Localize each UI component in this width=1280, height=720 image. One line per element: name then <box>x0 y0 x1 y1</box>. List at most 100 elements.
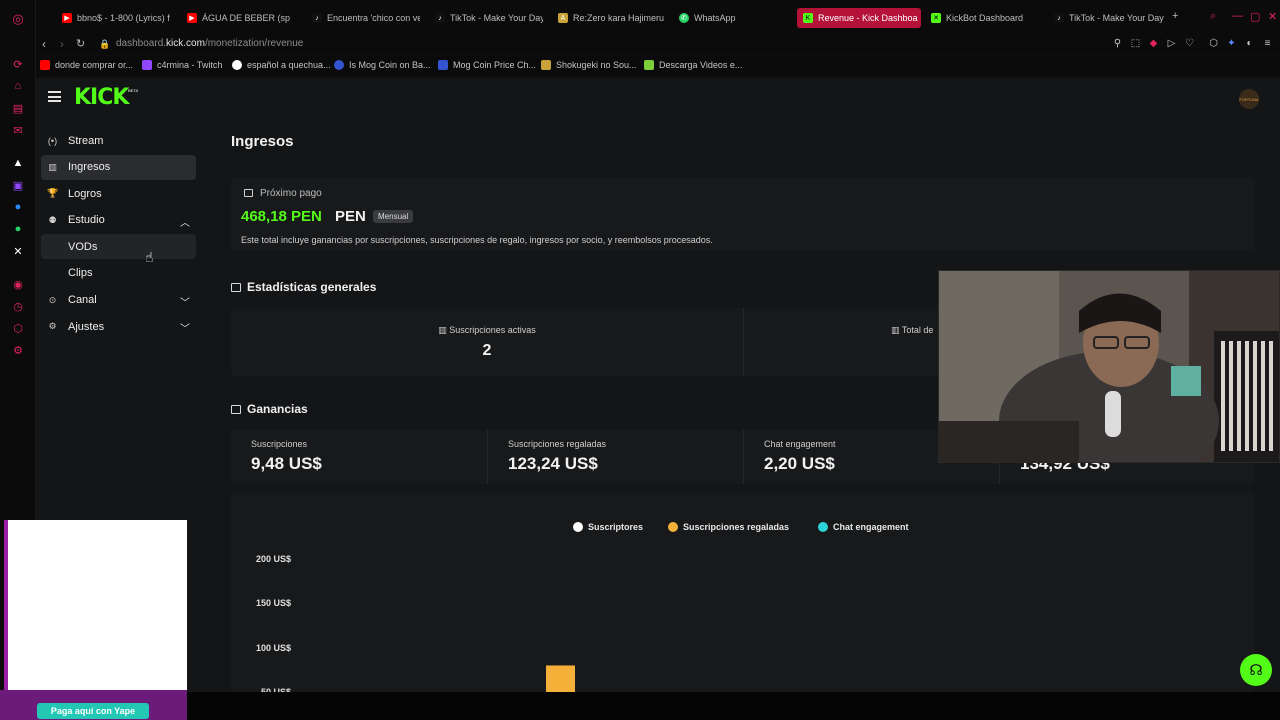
channel-icon: ⊙ <box>48 294 57 305</box>
trophy-icon: 🏆 <box>47 188 59 199</box>
sidebar-item-canal[interactable]: ⊙ Canal ﹀ <box>41 288 196 313</box>
stat-active-subs: ▥ Suscripciones activas 2 <box>438 325 536 359</box>
avatar[interactable]: FORTUNA <box>1239 89 1259 109</box>
broadcast-icon: (•) <box>47 135 58 146</box>
stats-icon <box>231 282 241 292</box>
vpn-shield-icon[interactable]: ◆ <box>1148 38 1159 49</box>
sidebar-item-logros[interactable]: 🏆 Logros <box>41 181 196 206</box>
earnings-chart: Suscriptores Suscripciones regaladas Cha… <box>231 492 1255 697</box>
sidebar-item-stream[interactable]: (•) Stream <box>41 128 196 153</box>
menu-icon[interactable]: ≡ <box>1262 38 1273 49</box>
url-field[interactable]: dashboard.kick.com/monetization/revenue <box>116 38 303 49</box>
puzzle-icon[interactable]: ⬡ <box>1208 38 1219 49</box>
sidebar-item-clips[interactable]: Clips <box>41 261 196 286</box>
youtube-icon: ▶ <box>187 13 197 23</box>
extension-icon[interactable]: ✦ <box>1226 38 1237 49</box>
play-icon[interactable]: ▷ <box>1166 38 1177 49</box>
coin-icon <box>438 60 448 70</box>
whatsapp-icon: ✆ <box>679 13 689 23</box>
tab-2[interactable]: ▶ ÁGUA DE BEBER (sp <box>187 8 295 28</box>
settings-icon[interactable]: ⚙ <box>10 342 26 358</box>
payout-note: Este total incluye ganancias por suscrip… <box>241 235 713 245</box>
history-icon[interactable]: ◷ <box>10 298 26 314</box>
snapshot-icon[interactable]: ⬚ <box>1130 38 1141 49</box>
new-tab-icon[interactable]: + <box>1172 10 1178 22</box>
player-icon[interactable]: ◉ <box>10 276 26 292</box>
mouse-cursor-icon: ☝ <box>145 249 154 265</box>
mail-icon[interactable]: ✉ <box>10 122 26 138</box>
reload-icon[interactable]: ↻ <box>76 37 85 50</box>
bookmark-1[interactable]: donde comprar or... <box>40 60 133 70</box>
heart-icon[interactable]: ♡ <box>1184 38 1195 49</box>
tab-3[interactable]: ♪ Encuentra 'chico con ve <box>312 8 420 28</box>
anime-icon <box>541 60 551 70</box>
bookmark-6[interactable]: Shokugeki no Sou... <box>541 60 637 70</box>
chevron-down-icon[interactable]: ﹀ <box>180 320 190 335</box>
sidebar-item-ajustes[interactable]: ⚙ Ajustes ﹀ <box>41 314 196 339</box>
stats-section-title: Estadísticas generales <box>231 280 376 294</box>
tiktok-icon: ♪ <box>1054 13 1064 23</box>
tab-9[interactable]: ♪ TikTok - Make Your Day <box>1054 8 1164 28</box>
back-icon[interactable]: ‹ <box>42 37 46 51</box>
webcam-overlay <box>938 270 1280 463</box>
close-icon[interactable]: ✕ <box>1268 10 1277 23</box>
wallet-icon <box>244 189 253 197</box>
sidebar-item-estudio[interactable]: ⚉ Estudio ︿ <box>41 208 196 233</box>
chevron-down-icon[interactable]: ﹀ <box>180 294 190 309</box>
sidebar-item-vods[interactable]: VODs <box>41 234 196 260</box>
chart-icon: ▥ <box>438 325 450 335</box>
twitch-icon <box>142 60 152 70</box>
tab-1[interactable]: ▶ bbno$ - 1-800 (Lyrics) ft <box>62 8 170 28</box>
yape-button[interactable]: Paga aquí con Yape <box>37 703 149 719</box>
kick-logo[interactable]: KICK <box>74 85 129 110</box>
tab-5[interactable]: A Re:Zero kara Hajimeru I <box>558 8 666 28</box>
tab-8[interactable]: ✕ KickBot Dashboard <box>931 8 1041 28</box>
page-title: Ingresos <box>231 133 294 150</box>
chart-icon: ▥ <box>48 161 57 172</box>
payout-card: Próximo pago 468,18 PEN PEN Mensual Este… <box>231 178 1255 250</box>
minimize-icon[interactable]: — <box>1232 10 1243 22</box>
tab-6[interactable]: ✆ WhatsApp <box>679 8 787 28</box>
sidebar-item-ingresos[interactable]: ▥ Ingresos <box>41 154 196 180</box>
earnings-section-title: Ganancias <box>231 402 308 416</box>
pin-icon[interactable]: ⚲ <box>1112 38 1123 49</box>
tab-revenue-kick[interactable]: K Revenue - Kick Dashboa <box>797 8 921 28</box>
speed-dial-icon[interactable]: ⟳ <box>10 56 26 72</box>
chart-bars <box>546 665 575 692</box>
support-chat-icon[interactable]: ☊ <box>1240 654 1272 686</box>
google-icon <box>232 60 242 70</box>
chart-bar[interactable] <box>546 665 575 692</box>
screen: ◎ ⟳ ⌂ ▤ ✉ ▲ ▣ ● ● ✕ ◉ ◷ ⬡ ⚙ GX ⋯ ▶bbno$ … <box>0 0 1280 720</box>
tab-strip: ▶ bbno$ - 1-800 (Lyrics) ft ▶ ÁGUA DE BEBE… <box>36 0 1280 34</box>
bookmark-2[interactable]: c4rmina - Twitch <box>142 60 222 70</box>
arc-icon[interactable]: ▲ <box>10 155 26 171</box>
payout-amount: 468,18 PEN <box>241 208 322 225</box>
twitch-icon[interactable]: ▣ <box>10 177 26 193</box>
news-icon[interactable]: ▤ <box>10 100 26 116</box>
whatsapp-icon[interactable]: ● <box>10 221 26 237</box>
earning-gifted: Suscripciones regaladas 123,24 US$ <box>508 439 607 473</box>
forward-icon[interactable]: › <box>60 37 64 51</box>
youtube-icon <box>40 60 50 70</box>
x-icon[interactable]: ✕ <box>10 243 26 259</box>
search-tabs-icon[interactable]: ⌕ <box>1210 10 1216 23</box>
payout-label: Próximo pago <box>260 188 322 199</box>
maximize-icon[interactable]: ▢ <box>1250 10 1260 23</box>
anime-icon: A <box>558 13 568 23</box>
bag-icon[interactable]: ⌂ <box>10 78 26 94</box>
dashboard-sidebar: (•) Stream ▥ Ingresos 🏆 Logros ⚉ Estudio ︿ VO… <box>41 128 196 341</box>
messenger-icon[interactable]: ● <box>10 199 26 215</box>
extensions-icon[interactable]: ⬡ <box>10 320 26 336</box>
bookmark-7[interactable]: Descarga Videos e... <box>644 60 742 70</box>
bookmark-3[interactable]: español a quechua... <box>232 60 331 70</box>
earning-subs: Suscripciones 9,48 US$ <box>251 439 322 473</box>
tab-4[interactable]: ♪ TikTok - Make Your Day <box>435 8 543 28</box>
opera-logo-icon[interactable]: ◎ <box>10 11 26 27</box>
bookmark-5[interactable]: Mog Coin Price Ch... <box>438 60 536 70</box>
gear-icon: ⚙ <box>48 321 57 332</box>
account-icon[interactable]: ◐ <box>1244 38 1255 49</box>
hamburger-menu-icon[interactable] <box>48 91 61 102</box>
chevron-up-icon[interactable]: ︿ <box>180 214 190 229</box>
bottom-bar <box>0 692 1280 720</box>
bookmark-4[interactable]: Is Mog Coin on Ba... <box>334 60 431 70</box>
